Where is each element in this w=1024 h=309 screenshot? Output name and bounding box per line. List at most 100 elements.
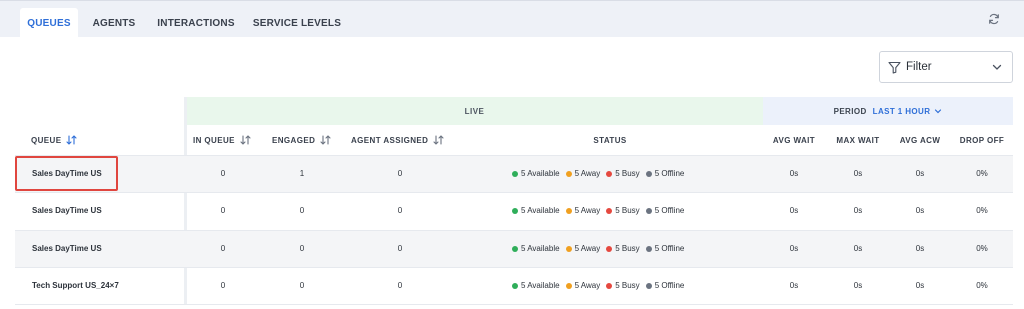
avg-wait-value: 0s — [789, 169, 799, 178]
engaged-value: 1 — [299, 169, 305, 178]
col-header-queue-label: QUEUE — [31, 135, 62, 145]
queue-name[interactable]: Tech Support US_24×7 — [32, 267, 182, 304]
drop-off-value: 0% — [976, 281, 988, 290]
tab-interactions[interactable]: INTERACTIONS — [152, 8, 240, 38]
filter-dropdown[interactable]: Filter — [879, 51, 1013, 83]
drop-off-value: 0% — [976, 169, 988, 178]
available-dot-icon — [512, 207, 518, 214]
offline-dot-icon — [645, 207, 652, 214]
busy-count: 5 Busy — [615, 281, 640, 290]
in-queue-value: 0 — [220, 206, 226, 215]
avg-wait-value: 0s — [789, 281, 799, 290]
engaged-value: 0 — [299, 244, 305, 253]
avg-acw-value: 0s — [915, 169, 925, 178]
away-count: 5 Away — [574, 244, 601, 253]
available-count: 5 Available — [521, 281, 560, 290]
sort-icon[interactable] — [320, 135, 331, 145]
offline-dot-icon — [645, 245, 652, 252]
col-header-engaged-label: ENGAGED — [272, 135, 316, 145]
tab-service-levels[interactable]: SERVICE LEVELS — [252, 8, 342, 38]
max-wait-value: 0s — [853, 281, 863, 290]
col-header-agent-assigned-label: AGENT ASSIGNED — [351, 135, 429, 145]
col-header-max-wait: MAX WAIT — [827, 125, 889, 155]
sort-icon[interactable] — [240, 135, 251, 145]
filter-icon — [888, 60, 902, 74]
avg-wait-value: 0s — [789, 244, 799, 253]
period-band: PERIOD LAST 1 HOUR — [763, 97, 1013, 125]
busy-dot-icon — [606, 245, 613, 252]
offline-dot-icon — [645, 170, 652, 177]
avg-acw-value: 0s — [915, 206, 925, 215]
status-summary: 5 Available 5 Away 5 Busy 5 Offline — [512, 267, 752, 304]
avg-acw-value: 0s — [915, 244, 925, 253]
avg-acw-value: 0s — [915, 281, 925, 290]
status-summary: 5 Available 5 Away 5 Busy 5 Offline — [512, 230, 752, 267]
col-header-max-wait-label: MAX WAIT — [836, 135, 880, 145]
away-count: 5 Away — [574, 206, 601, 215]
max-wait-value: 0s — [853, 244, 863, 253]
away-dot-icon — [565, 282, 572, 289]
tab-agents[interactable]: AGENTS — [86, 8, 142, 38]
col-header-agent-assigned[interactable]: AGENT ASSIGNED — [351, 125, 461, 155]
live-label: LIVE — [464, 106, 485, 116]
period-value: LAST 1 HOUR — [872, 106, 931, 116]
col-header-avg-wait-label: AVG WAIT — [772, 135, 816, 145]
col-header-engaged[interactable]: ENGAGED — [272, 125, 342, 155]
offline-count: 5 Offline — [654, 206, 685, 215]
status-summary: 5 Available 5 Away 5 Busy 5 Offline — [512, 155, 752, 192]
engaged-value: 0 — [299, 206, 305, 215]
agent-assigned-value: 0 — [397, 281, 403, 290]
tab-bar: QUEUES AGENTS INTERACTIONS SERVICE LEVEL… — [0, 0, 1024, 38]
queue-name[interactable]: Sales DayTime US — [32, 155, 182, 192]
table-row[interactable]: Tech Support US_24×7 0 0 0 5 Available 5… — [15, 267, 1013, 304]
busy-dot-icon — [606, 207, 613, 214]
engaged-value: 0 — [299, 281, 305, 290]
agent-assigned-value: 0 — [397, 244, 403, 253]
status-summary: 5 Available 5 Away 5 Busy 5 Offline — [512, 192, 752, 229]
filter-label: Filter — [906, 61, 932, 73]
drop-off-value: 0% — [976, 206, 988, 215]
col-header-queue[interactable]: QUEUE — [31, 125, 151, 155]
tab-queues[interactable]: QUEUES — [20, 8, 78, 38]
available-dot-icon — [512, 245, 518, 252]
drop-off-value: 0% — [976, 244, 988, 253]
offline-count: 5 Offline — [654, 244, 685, 253]
sort-icon[interactable] — [433, 135, 444, 145]
col-header-drop-off-label: DROP OFF — [959, 135, 1005, 145]
available-count: 5 Available — [521, 244, 560, 253]
table-row[interactable]: Sales DayTime US 0 1 0 5 Available 5 Awa… — [15, 155, 1013, 192]
col-header-in-queue[interactable]: IN QUEUE — [193, 125, 263, 155]
available-count: 5 Available — [521, 169, 560, 178]
queue-name[interactable]: Sales DayTime US — [32, 192, 182, 229]
in-queue-value: 0 — [220, 281, 226, 290]
agent-assigned-value: 0 — [397, 169, 403, 178]
in-queue-value: 0 — [220, 244, 226, 253]
away-dot-icon — [565, 207, 572, 214]
agent-assigned-value: 0 — [397, 206, 403, 215]
col-header-status: STATUS — [560, 125, 660, 155]
busy-count: 5 Busy — [615, 244, 640, 253]
refresh-icon[interactable] — [984, 11, 1004, 27]
queue-name[interactable]: Sales DayTime US — [32, 230, 182, 267]
table-bottom-border — [15, 304, 1013, 305]
away-count: 5 Away — [574, 169, 601, 178]
chevron-down-icon — [935, 109, 942, 114]
available-dot-icon — [512, 282, 518, 289]
period-label: PERIOD — [833, 106, 867, 116]
busy-count: 5 Busy — [615, 206, 640, 215]
period-selector[interactable]: LAST 1 HOUR — [873, 107, 943, 116]
offline-count: 5 Offline — [654, 169, 685, 178]
away-dot-icon — [565, 245, 572, 252]
col-header-in-queue-label: IN QUEUE — [193, 135, 235, 145]
table-row[interactable]: Sales DayTime US 0 0 0 5 Available 5 Awa… — [15, 192, 1013, 229]
sort-icon[interactable] — [66, 135, 78, 145]
col-header-status-label: STATUS — [593, 135, 627, 145]
chevron-down-icon — [991, 61, 1003, 73]
busy-dot-icon — [606, 282, 613, 289]
col-header-avg-acw: AVG ACW — [889, 125, 951, 155]
away-count: 5 Away — [574, 281, 601, 290]
table-row[interactable]: Sales DayTime US 0 0 0 5 Available 5 Awa… — [15, 230, 1013, 267]
avg-wait-value: 0s — [789, 206, 799, 215]
col-header-avg-wait: AVG WAIT — [763, 125, 825, 155]
away-dot-icon — [565, 170, 572, 177]
